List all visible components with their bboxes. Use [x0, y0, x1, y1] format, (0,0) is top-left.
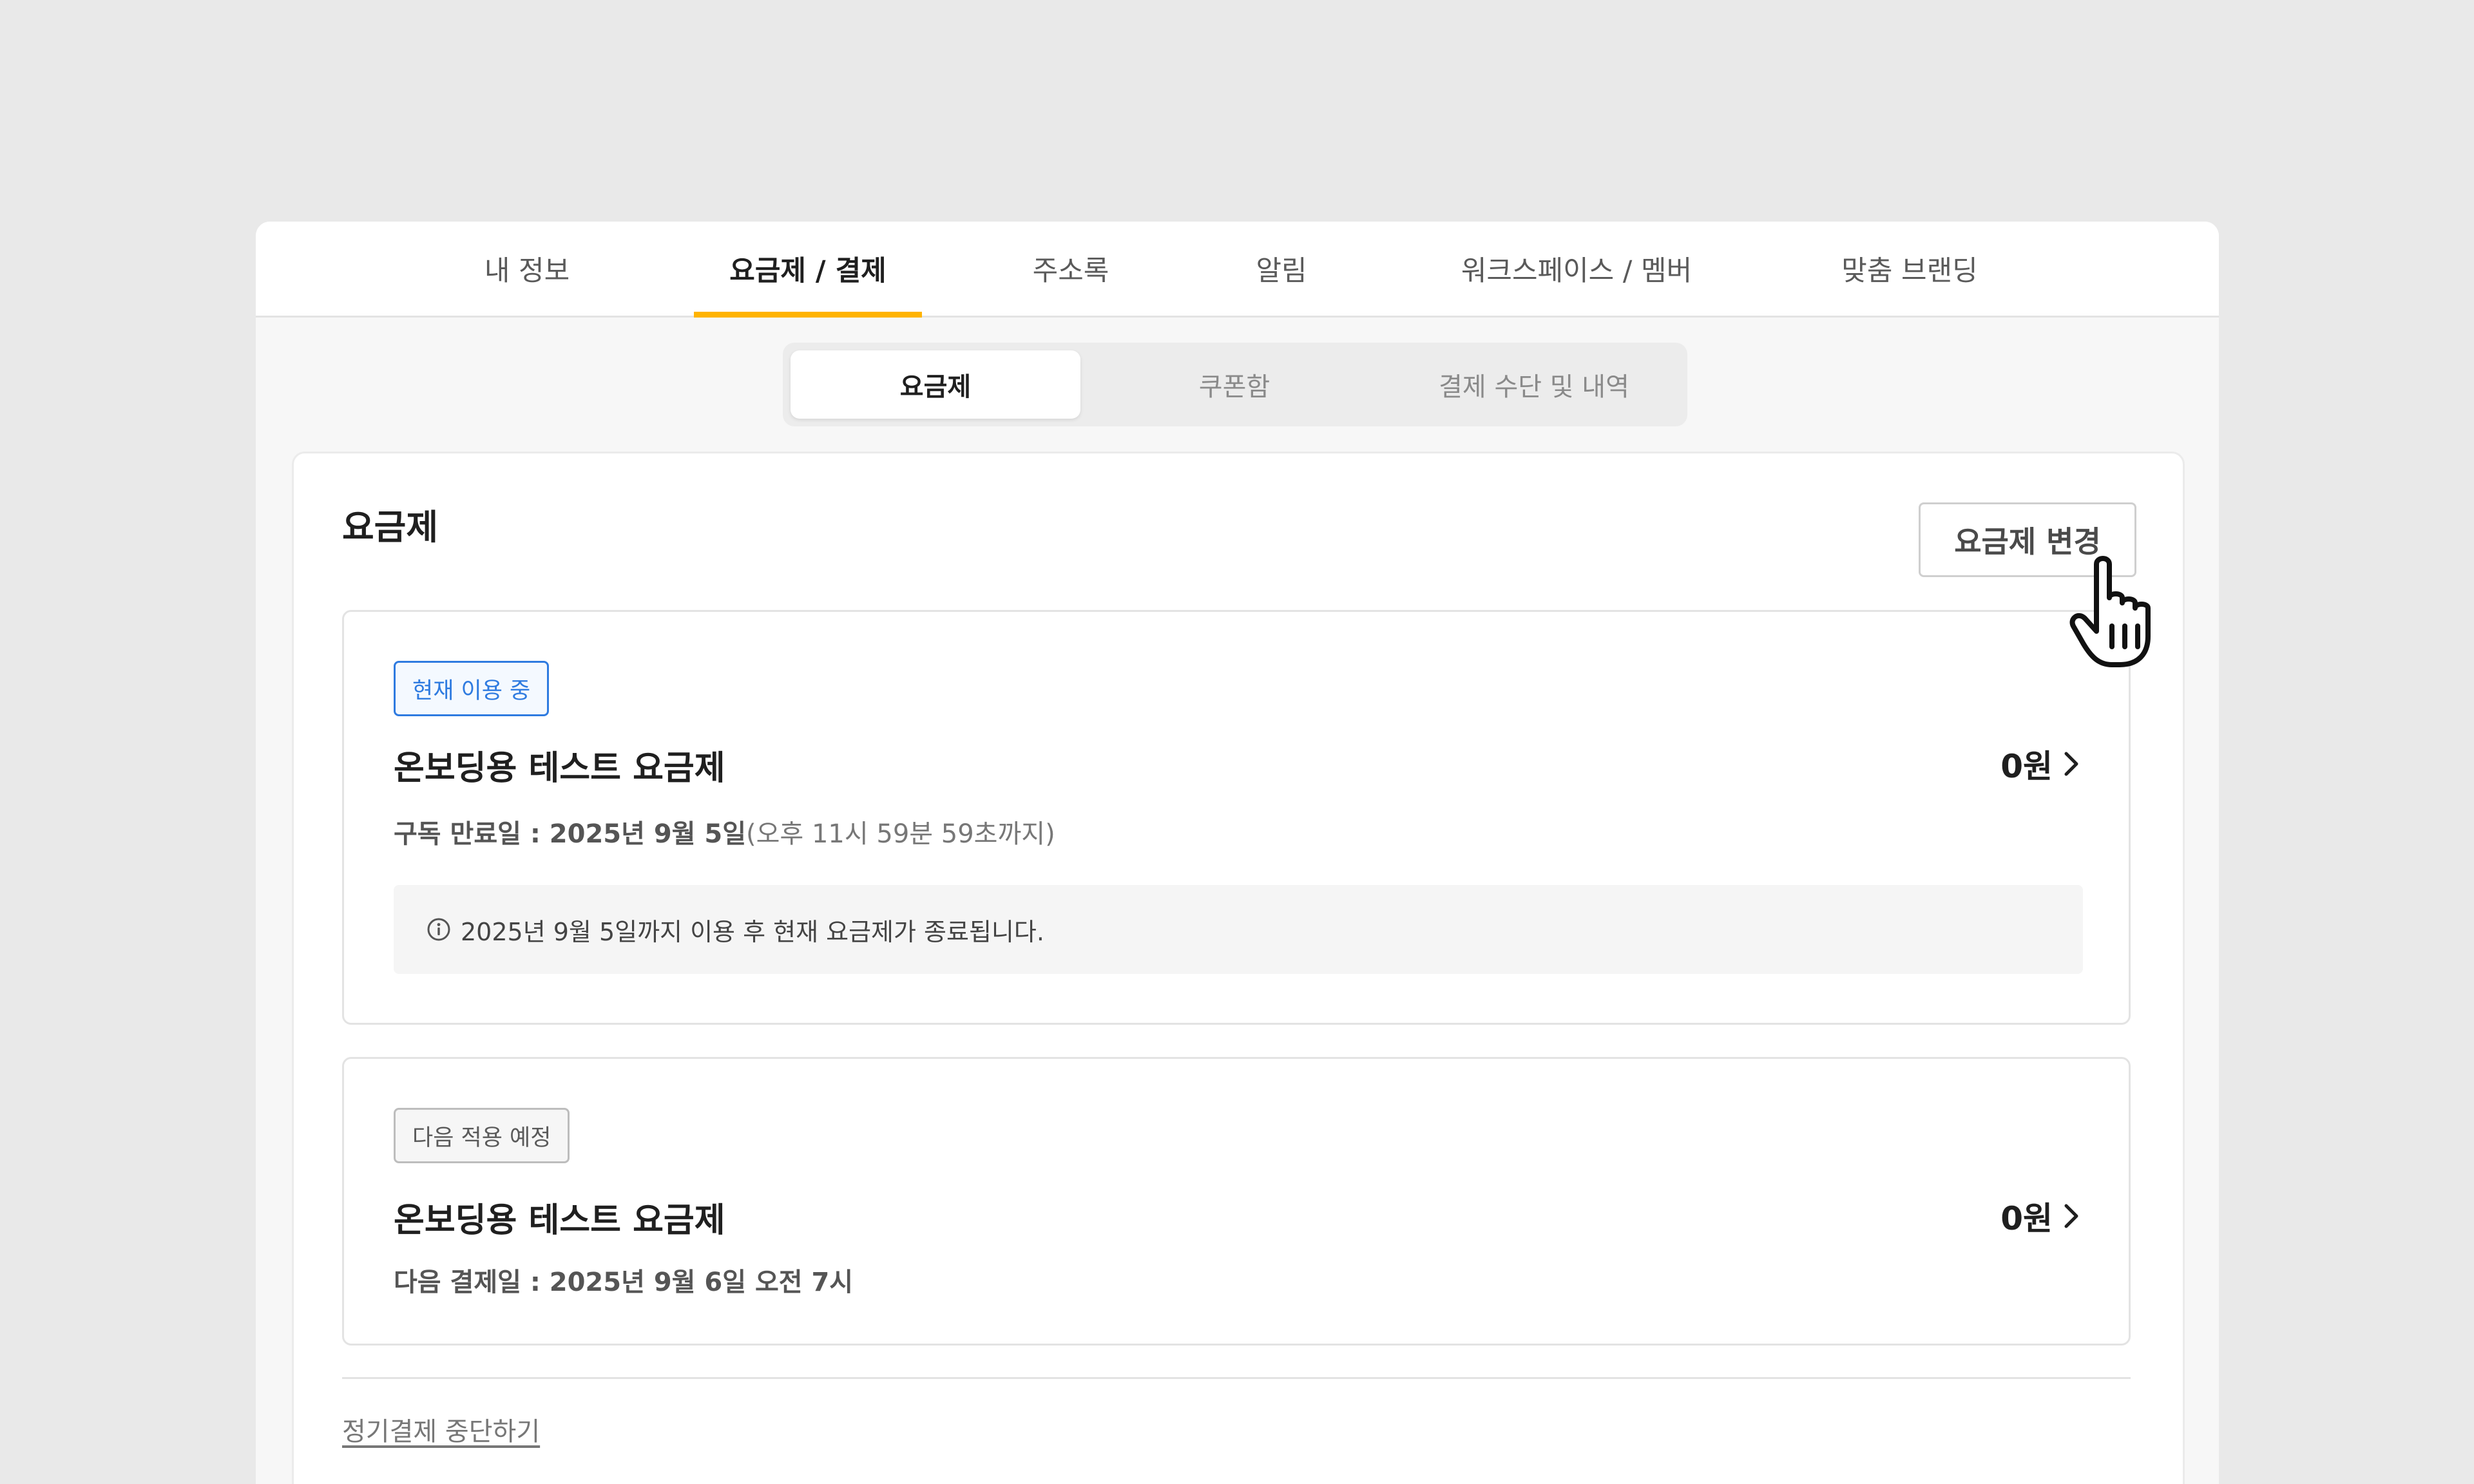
- current-plan-card: 현재 이용 중 온보딩용 테스트 요금제 0원 구독 만료일 : 2025년 9…: [342, 610, 2131, 1025]
- next-plan-card: 다음 적용 예정 온보딩용 테스트 요금제 0원 다음 결제일 : 2025년 …: [342, 1057, 2131, 1346]
- plan-price-link[interactable]: 0원: [2000, 1193, 2084, 1239]
- notice-box: 2025년 9월 5일까지 이용 후 현재 요금제가 종료됩니다.: [394, 885, 2083, 974]
- stop-subscription-link[interactable]: 정기결제 중단하기: [342, 1411, 540, 1448]
- tab-label: 주소록: [1032, 255, 1109, 287]
- expiry-label: 구독 만료일 :: [394, 819, 550, 849]
- chevron-right-icon: [2064, 752, 2078, 776]
- expiry-line: 구독 만료일 : 2025년 9월 5일(오후 11시 59분 59초까지): [394, 813, 1055, 850]
- tab-workspace-members[interactable]: 워크스페이스 / 멤버: [1451, 222, 1702, 316]
- tab-custom-branding[interactable]: 맞춤 브랜딩: [1837, 222, 1982, 316]
- sub-tab-plan[interactable]: 요금제: [791, 350, 1080, 419]
- chevron-right-icon: [2064, 1204, 2078, 1228]
- settings-window: 내 정보 요금제 / 결제 주소록 알림 워크스페이스 / 멤버 맞춤 브랜딩 …: [256, 222, 2219, 1484]
- current-plan-badge: 현재 이용 중: [394, 661, 550, 716]
- section-title: 요금제: [342, 507, 439, 547]
- billing-text: 다음 결제일 : 2025년 9월 6일 오전 7시: [394, 1268, 854, 1297]
- top-nav: 내 정보 요금제 / 결제 주소록 알림 워크스페이스 / 멤버 맞춤 브랜딩: [256, 222, 2219, 318]
- sub-tab-label: 요금제: [899, 372, 972, 402]
- tab-label: 맞춤 브랜딩: [1841, 255, 1978, 287]
- plan-price: 0원: [2000, 748, 2053, 785]
- sub-tab-payment-history[interactable]: 결제 수단 및 내역: [1388, 350, 1680, 419]
- sub-tab-group: 요금제 쿠폰함 결제 수단 및 내역: [783, 343, 1687, 426]
- change-plan-button[interactable]: 요금제 변경: [1919, 502, 2136, 577]
- info-icon: [427, 918, 450, 941]
- divider: [342, 1377, 2131, 1379]
- plan-name: 온보딩용 테스트 요금제: [394, 1201, 725, 1240]
- sub-tab-label: 결제 수단 및 내역: [1439, 372, 1629, 402]
- tab-label: 워크스페이스 / 멤버: [1461, 255, 1692, 287]
- plan-price: 0원: [2000, 1200, 2053, 1237]
- plan-panel: 요금제 요금제 변경 현재 이용 중 온보딩용 테스트 요금제 0원 구독 만료…: [292, 452, 2185, 1484]
- active-tab-indicator: [694, 312, 922, 318]
- expiry-time: (오후 11시 59분 59초까지): [746, 819, 1055, 849]
- billing-line: 다음 결제일 : 2025년 9월 6일 오전 7시: [394, 1261, 853, 1298]
- sub-tab-label: 쿠폰함: [1198, 372, 1271, 402]
- tab-label: 요금제 / 결제: [729, 255, 887, 287]
- tab-address-book[interactable]: 주소록: [1029, 222, 1113, 316]
- tab-notifications[interactable]: 알림: [1252, 222, 1310, 316]
- notice-text: 2025년 9월 5일까지 이용 후 현재 요금제가 종료됩니다.: [461, 917, 1044, 946]
- next-plan-badge: 다음 적용 예정: [394, 1108, 570, 1163]
- tab-plan-billing[interactable]: 요금제 / 결제: [694, 222, 922, 318]
- plan-price-link[interactable]: 0원: [2000, 741, 2084, 787]
- tab-my-info[interactable]: 내 정보: [481, 222, 573, 316]
- sub-tab-coupons[interactable]: 쿠폰함: [1089, 350, 1379, 419]
- tab-label: 내 정보: [484, 255, 570, 287]
- expiry-date: 2025년 9월 5일: [549, 819, 747, 849]
- plan-name: 온보딩용 테스트 요금제: [394, 749, 725, 788]
- tab-label: 알림: [1256, 255, 1307, 287]
